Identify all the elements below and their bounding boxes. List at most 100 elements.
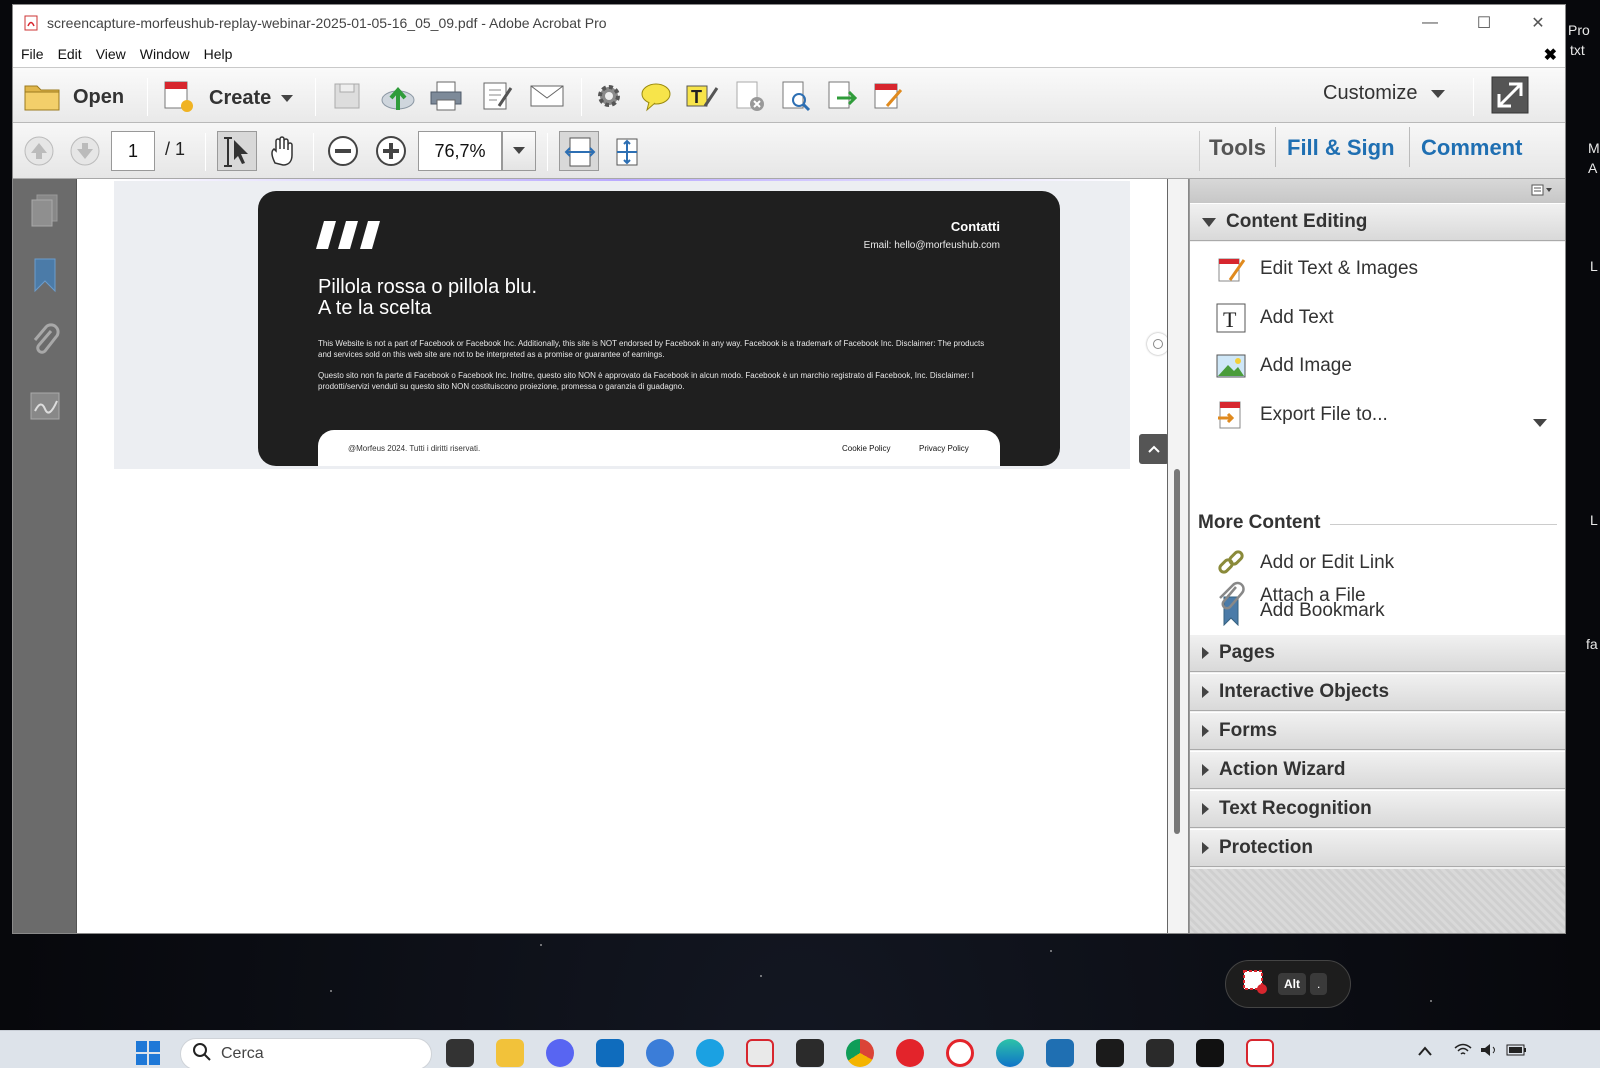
discord-icon[interactable] <box>546 1039 574 1067</box>
menu-edit[interactable]: Edit <box>58 46 82 62</box>
page-thumbnails-icon[interactable] <box>29 193 61 227</box>
menu-view[interactable]: View <box>96 46 126 62</box>
wifi-icon[interactable] <box>1454 1043 1472 1060</box>
expand-fullscreen-icon[interactable] <box>1491 76 1529 114</box>
chevron-down-icon[interactable] <box>1533 414 1547 432</box>
select-tool-icon[interactable] <box>217 131 257 171</box>
thunderbird-icon[interactable] <box>646 1039 674 1067</box>
search-document-icon[interactable] <box>779 80 811 112</box>
microsoft-store-icon[interactable] <box>1046 1039 1074 1067</box>
command-prompt-icon[interactable] <box>1096 1039 1124 1067</box>
protection-section-header[interactable]: Protection <box>1190 829 1565 867</box>
next-page-icon[interactable] <box>69 135 101 167</box>
customize-button[interactable]: Customize <box>1323 82 1446 105</box>
zoom-out-icon[interactable] <box>327 135 359 167</box>
cookie-policy-link[interactable]: Cookie Policy <box>842 444 890 453</box>
gear-icon[interactable] <box>593 80 625 112</box>
collapsed-triangle-icon <box>1202 686 1209 698</box>
close-window-button[interactable]: ✕ <box>1511 5 1565 41</box>
opera-icon[interactable] <box>896 1039 924 1067</box>
pane-options-icon[interactable] <box>1531 183 1555 202</box>
snipping-tool-taskbar-icon[interactable] <box>746 1039 774 1067</box>
edit-document-icon[interactable] <box>481 80 513 112</box>
signatures-icon[interactable] <box>29 389 61 421</box>
delete-page-icon[interactable] <box>733 80 765 112</box>
taskbar-search-box[interactable]: Cerca <box>180 1038 432 1068</box>
pages-section-header[interactable]: Pages <box>1190 634 1565 672</box>
menu-window[interactable]: Window <box>140 46 190 62</box>
page-number-input[interactable]: 1 <box>111 131 155 171</box>
content-editing-header[interactable]: Content Editing <box>1190 203 1565 241</box>
email-icon[interactable] <box>529 80 564 112</box>
hand-tool-icon[interactable] <box>265 133 301 169</box>
add-image-item[interactable]: Add Image <box>1216 351 1352 381</box>
copyright-text: @Morfeus 2024. Tutti i diritti riservati… <box>348 444 481 453</box>
opera-gx-icon[interactable] <box>946 1039 974 1067</box>
close-document-button[interactable]: ✖ <box>1544 45 1557 65</box>
chrome-icon[interactable] <box>846 1039 874 1067</box>
add-text-label: Add Text <box>1260 307 1334 328</box>
tab-tools[interactable]: Tools <box>1209 135 1266 161</box>
title-bar[interactable]: screencapture-morfeushub-replay-webinar-… <box>13 5 1565 41</box>
zoom-in-icon[interactable] <box>375 135 407 167</box>
app-icon[interactable] <box>1196 1039 1224 1067</box>
export-file-icon <box>1216 400 1246 430</box>
task-view-icon[interactable] <box>446 1039 474 1067</box>
highlight-text-icon[interactable]: T <box>685 80 719 112</box>
sticky-notes-icon[interactable] <box>796 1039 824 1067</box>
search-icon <box>193 1042 211 1066</box>
add-edit-link-label: Add or Edit Link <box>1260 552 1395 573</box>
battery-icon[interactable] <box>1506 1043 1528 1060</box>
upload-cloud-icon[interactable] <box>379 80 415 112</box>
interactive-objects-section-header[interactable]: Interactive Objects <box>1190 673 1565 711</box>
create-button[interactable]: Create <box>161 78 294 119</box>
volume-icon[interactable] <box>1480 1043 1498 1060</box>
print-icon[interactable] <box>429 80 462 112</box>
edge-icon[interactable] <box>996 1039 1024 1067</box>
snipping-tool-shortcut-widget[interactable]: Alt . <box>1225 960 1351 1008</box>
acrobat-taskbar-icon[interactable] <box>1246 1039 1274 1067</box>
terminal-icon[interactable] <box>1146 1039 1174 1067</box>
page-total: / 1 <box>165 139 186 159</box>
chevron-up-icon[interactable] <box>1418 1043 1432 1059</box>
zoom-level-input[interactable]: 76,7% <box>418 131 502 171</box>
tab-comment[interactable]: Comment <box>1421 135 1522 161</box>
vertical-scrollbar[interactable] <box>1167 179 1189 933</box>
text-recognition-section-header[interactable]: Text Recognition <box>1190 790 1565 828</box>
menu-help[interactable]: Help <box>204 46 233 62</box>
export-page-icon[interactable] <box>825 80 858 112</box>
website-footer-section: Contatti Email: hello@morfeushub.com Pil… <box>258 191 1060 466</box>
edit-text-images-item[interactable]: Edit Text & Images <box>1216 254 1418 284</box>
document-view[interactable]: Contatti Email: hello@morfeushub.com Pil… <box>77 179 1169 933</box>
windows-start-icon[interactable] <box>134 1039 162 1067</box>
maximize-button[interactable]: ☐ <box>1457 5 1511 41</box>
comment-bubble-icon[interactable] <box>639 80 671 112</box>
tab-fill-sign[interactable]: Fill & Sign <box>1287 135 1395 161</box>
collapsed-triangle-icon <box>1202 725 1209 737</box>
zoom-dropdown-button[interactable] <box>502 131 536 171</box>
bookmark-icon[interactable] <box>29 257 61 293</box>
headline-line-2: A te la scelta <box>318 297 432 319</box>
export-file-item[interactable]: Export File to... <box>1216 400 1388 430</box>
file-explorer-icon[interactable] <box>496 1039 524 1067</box>
attachment-paperclip-icon[interactable] <box>29 323 61 355</box>
create-pdf-icon <box>161 78 197 119</box>
save-icon[interactable] <box>331 80 363 112</box>
add-text-item[interactable]: T Add Text <box>1216 303 1334 333</box>
add-edit-link-item[interactable]: Add or Edit Link <box>1216 548 1394 578</box>
attach-file-item[interactable]: Attach a File <box>1216 581 1366 611</box>
menu-bar: File Edit View Window Help ✖ <box>13 41 1565 67</box>
action-wizard-section-header[interactable]: Action Wizard <box>1190 751 1565 789</box>
fit-width-icon[interactable] <box>559 131 599 171</box>
scrollbar-thumb[interactable] <box>1174 469 1180 834</box>
open-button[interactable]: Open <box>23 78 124 117</box>
fit-page-icon[interactable] <box>609 133 645 169</box>
minimize-button[interactable]: — <box>1403 5 1457 41</box>
skype-icon[interactable] <box>696 1039 724 1067</box>
previous-page-icon[interactable] <box>23 135 55 167</box>
sign-document-icon[interactable] <box>871 80 903 112</box>
outlook-icon[interactable] <box>596 1039 624 1067</box>
privacy-policy-link[interactable]: Privacy Policy <box>919 444 969 453</box>
forms-section-header[interactable]: Forms <box>1190 712 1565 750</box>
menu-file[interactable]: File <box>21 46 44 62</box>
